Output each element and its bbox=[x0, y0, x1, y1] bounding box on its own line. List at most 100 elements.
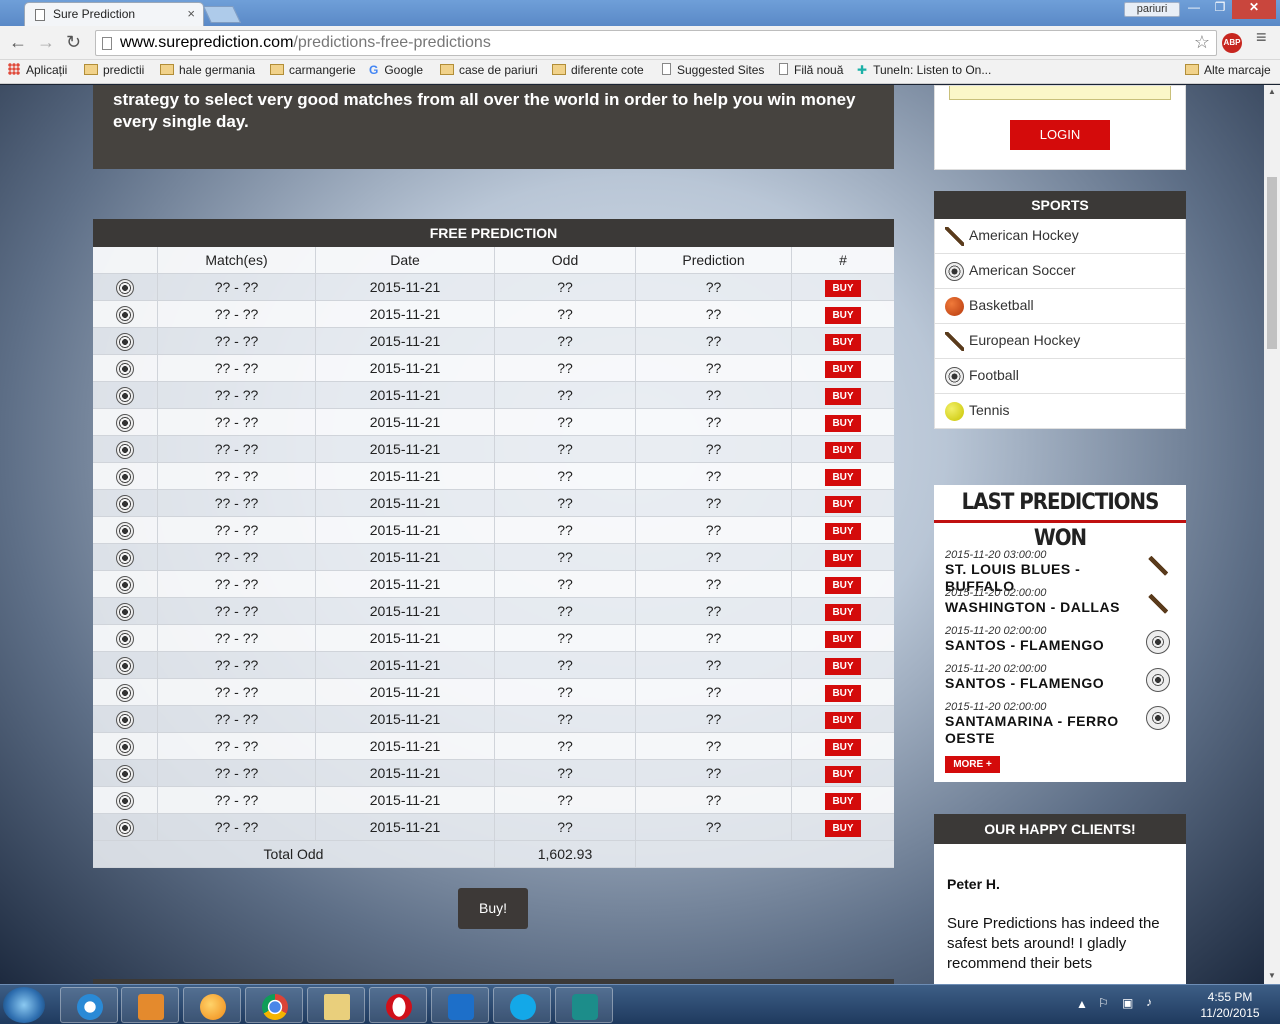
login-button[interactable]: LOGIN bbox=[1010, 120, 1110, 150]
bookmark-folder[interactable]: predictii bbox=[84, 63, 144, 77]
bookmark-tunein[interactable]: ✚ TuneIn: Listen to On... bbox=[857, 63, 991, 77]
taskbar-media[interactable] bbox=[121, 987, 179, 1023]
column-header bbox=[93, 247, 158, 274]
taskbar-clock[interactable]: 4:55 PM 11/20/2015 bbox=[1190, 989, 1270, 1021]
table-row: ?? - ?? 2015-11-21???? BUY bbox=[93, 436, 894, 463]
match-cell: ?? - ?? bbox=[158, 490, 316, 517]
row-buy-button[interactable]: BUY bbox=[825, 684, 861, 702]
page-icon bbox=[35, 9, 45, 21]
row-buy-button[interactable]: BUY bbox=[825, 441, 861, 459]
maximize-button[interactable]: ❐ bbox=[1207, 0, 1233, 19]
odd-cell: ?? bbox=[495, 490, 636, 517]
row-buy-button[interactable]: BUY bbox=[825, 333, 861, 351]
match-cell: ?? - ?? bbox=[158, 301, 316, 328]
sport-item-european-hockey[interactable]: European Hockey bbox=[934, 324, 1186, 359]
windows-flag-icon[interactable]: ⚐ bbox=[1098, 996, 1109, 1010]
row-buy-button[interactable]: BUY bbox=[825, 522, 861, 540]
sport-cell bbox=[93, 571, 158, 598]
clients-title: OUR HAPPY CLIENTS! bbox=[934, 814, 1186, 844]
back-icon[interactable]: ← bbox=[9, 32, 27, 53]
network-icon[interactable]: ▣ bbox=[1122, 996, 1133, 1010]
taskbar-explorer[interactable] bbox=[307, 987, 365, 1023]
row-buy-button[interactable]: BUY bbox=[825, 414, 861, 432]
buy-button[interactable]: Buy! bbox=[458, 888, 528, 929]
bookmark-apps[interactable]: Aplicații bbox=[8, 63, 67, 77]
row-buy-button[interactable]: BUY bbox=[825, 630, 861, 648]
row-buy-button[interactable]: BUY bbox=[825, 738, 861, 756]
total-row: Total Odd 1,602.93 bbox=[93, 841, 894, 868]
minimize-button[interactable]: — bbox=[1181, 0, 1207, 19]
password-input[interactable] bbox=[949, 86, 1171, 100]
bookmark-folder[interactable]: Alte marcaje bbox=[1185, 63, 1271, 77]
bookmark-folder[interactable]: diferente cote bbox=[552, 63, 644, 77]
prediction-cell: ?? bbox=[636, 328, 792, 355]
taskbar-teamviewer[interactable] bbox=[431, 987, 489, 1023]
chrome-menu-icon[interactable]: ≡ bbox=[1256, 28, 1270, 46]
bookmark-folder[interactable]: carmangerie bbox=[270, 63, 356, 77]
row-buy-button[interactable]: BUY bbox=[825, 765, 861, 783]
taskbar-chrome[interactable] bbox=[245, 987, 303, 1023]
row-buy-button[interactable]: BUY bbox=[825, 576, 861, 594]
new-tab-button[interactable] bbox=[203, 6, 241, 23]
page-icon bbox=[662, 63, 671, 75]
row-buy-button[interactable]: BUY bbox=[825, 711, 861, 729]
row-buy-button[interactable]: BUY bbox=[825, 306, 861, 324]
scroll-up-icon[interactable]: ▲ bbox=[1268, 87, 1276, 96]
taskbar-skype[interactable] bbox=[493, 987, 551, 1023]
row-buy-button[interactable]: BUY bbox=[825, 549, 861, 567]
date-cell: 2015-11-21 bbox=[316, 301, 495, 328]
volume-icon[interactable]: ♪ bbox=[1146, 995, 1152, 1009]
sport-cell bbox=[93, 382, 158, 409]
table-row: ?? - ?? 2015-11-21???? BUY bbox=[93, 274, 894, 301]
more-button[interactable]: MORE + bbox=[945, 756, 1000, 773]
row-buy-button[interactable]: BUY bbox=[825, 387, 861, 405]
bookmark-page[interactable]: Filă nouă bbox=[779, 63, 843, 77]
table-row: ?? - ?? 2015-11-21???? BUY bbox=[93, 625, 894, 652]
row-buy-button[interactable]: BUY bbox=[825, 279, 861, 297]
bookmark-page[interactable]: Suggested Sites bbox=[662, 63, 764, 77]
sport-item-american-hockey[interactable]: American Hockey bbox=[934, 219, 1186, 254]
row-buy-button[interactable]: BUY bbox=[825, 792, 861, 810]
sport-item-basketball[interactable]: Basketball bbox=[934, 289, 1186, 324]
adblock-plus-icon[interactable]: ABP bbox=[1222, 33, 1242, 53]
taskbar-messenger[interactable] bbox=[183, 987, 241, 1023]
free-prediction-table: FREE PREDICTION Match(es) Date Odd Predi… bbox=[93, 219, 894, 868]
row-buy-button[interactable]: BUY bbox=[825, 495, 861, 513]
table-header-row: Match(es) Date Odd Prediction # bbox=[93, 247, 894, 274]
show-hidden-icons-icon[interactable]: ▲ bbox=[1076, 997, 1088, 1011]
sport-item-tennis[interactable]: Tennis bbox=[934, 394, 1186, 429]
row-buy-button[interactable]: BUY bbox=[825, 603, 861, 621]
taskbar-ie[interactable] bbox=[60, 987, 118, 1023]
bookmark-star-icon[interactable]: ☆ bbox=[1194, 32, 1210, 53]
page-icon bbox=[779, 63, 788, 75]
page-scrollbar[interactable]: ▲ ▼ bbox=[1264, 85, 1280, 984]
date-cell: 2015-11-21 bbox=[316, 760, 495, 787]
sport-item-football[interactable]: Football bbox=[934, 359, 1186, 394]
taskbar-opera[interactable] bbox=[369, 987, 427, 1023]
row-buy-button[interactable]: BUY bbox=[825, 360, 861, 378]
profile-button[interactable]: pariuri bbox=[1124, 2, 1180, 17]
row-buy-button[interactable]: BUY bbox=[825, 468, 861, 486]
start-button[interactable] bbox=[3, 987, 45, 1023]
soccer-ball-icon bbox=[1146, 630, 1170, 654]
sport-item-american-soccer[interactable]: American Soccer bbox=[934, 254, 1186, 289]
browser-tab[interactable]: Sure Prediction × bbox=[24, 2, 204, 26]
prediction-cell: ?? bbox=[636, 382, 792, 409]
taskbar-eset[interactable] bbox=[555, 987, 613, 1023]
close-window-button[interactable]: ✕ bbox=[1232, 0, 1276, 19]
bookmark-folder[interactable]: case de pariuri bbox=[440, 63, 538, 77]
forward-icon[interactable]: → bbox=[37, 32, 55, 53]
row-buy-button[interactable]: BUY bbox=[825, 657, 861, 675]
reload-icon[interactable]: ↻ bbox=[66, 32, 81, 53]
scroll-down-icon[interactable]: ▼ bbox=[1268, 971, 1276, 980]
bookmark-folder[interactable]: hale germania bbox=[160, 63, 255, 77]
table-row: ?? - ?? 2015-11-21???? BUY bbox=[93, 706, 894, 733]
address-bar[interactable]: www.sureprediction.com/predictions-free-… bbox=[95, 30, 1217, 56]
row-buy-button[interactable]: BUY bbox=[825, 819, 861, 837]
action-cell: BUY bbox=[792, 652, 894, 679]
tab-close-icon[interactable]: × bbox=[187, 6, 195, 21]
odd-cell: ?? bbox=[495, 517, 636, 544]
scrollbar-thumb[interactable] bbox=[1267, 177, 1277, 349]
date-cell: 2015-11-21 bbox=[316, 571, 495, 598]
bookmark-google[interactable]: G Google bbox=[369, 63, 423, 77]
